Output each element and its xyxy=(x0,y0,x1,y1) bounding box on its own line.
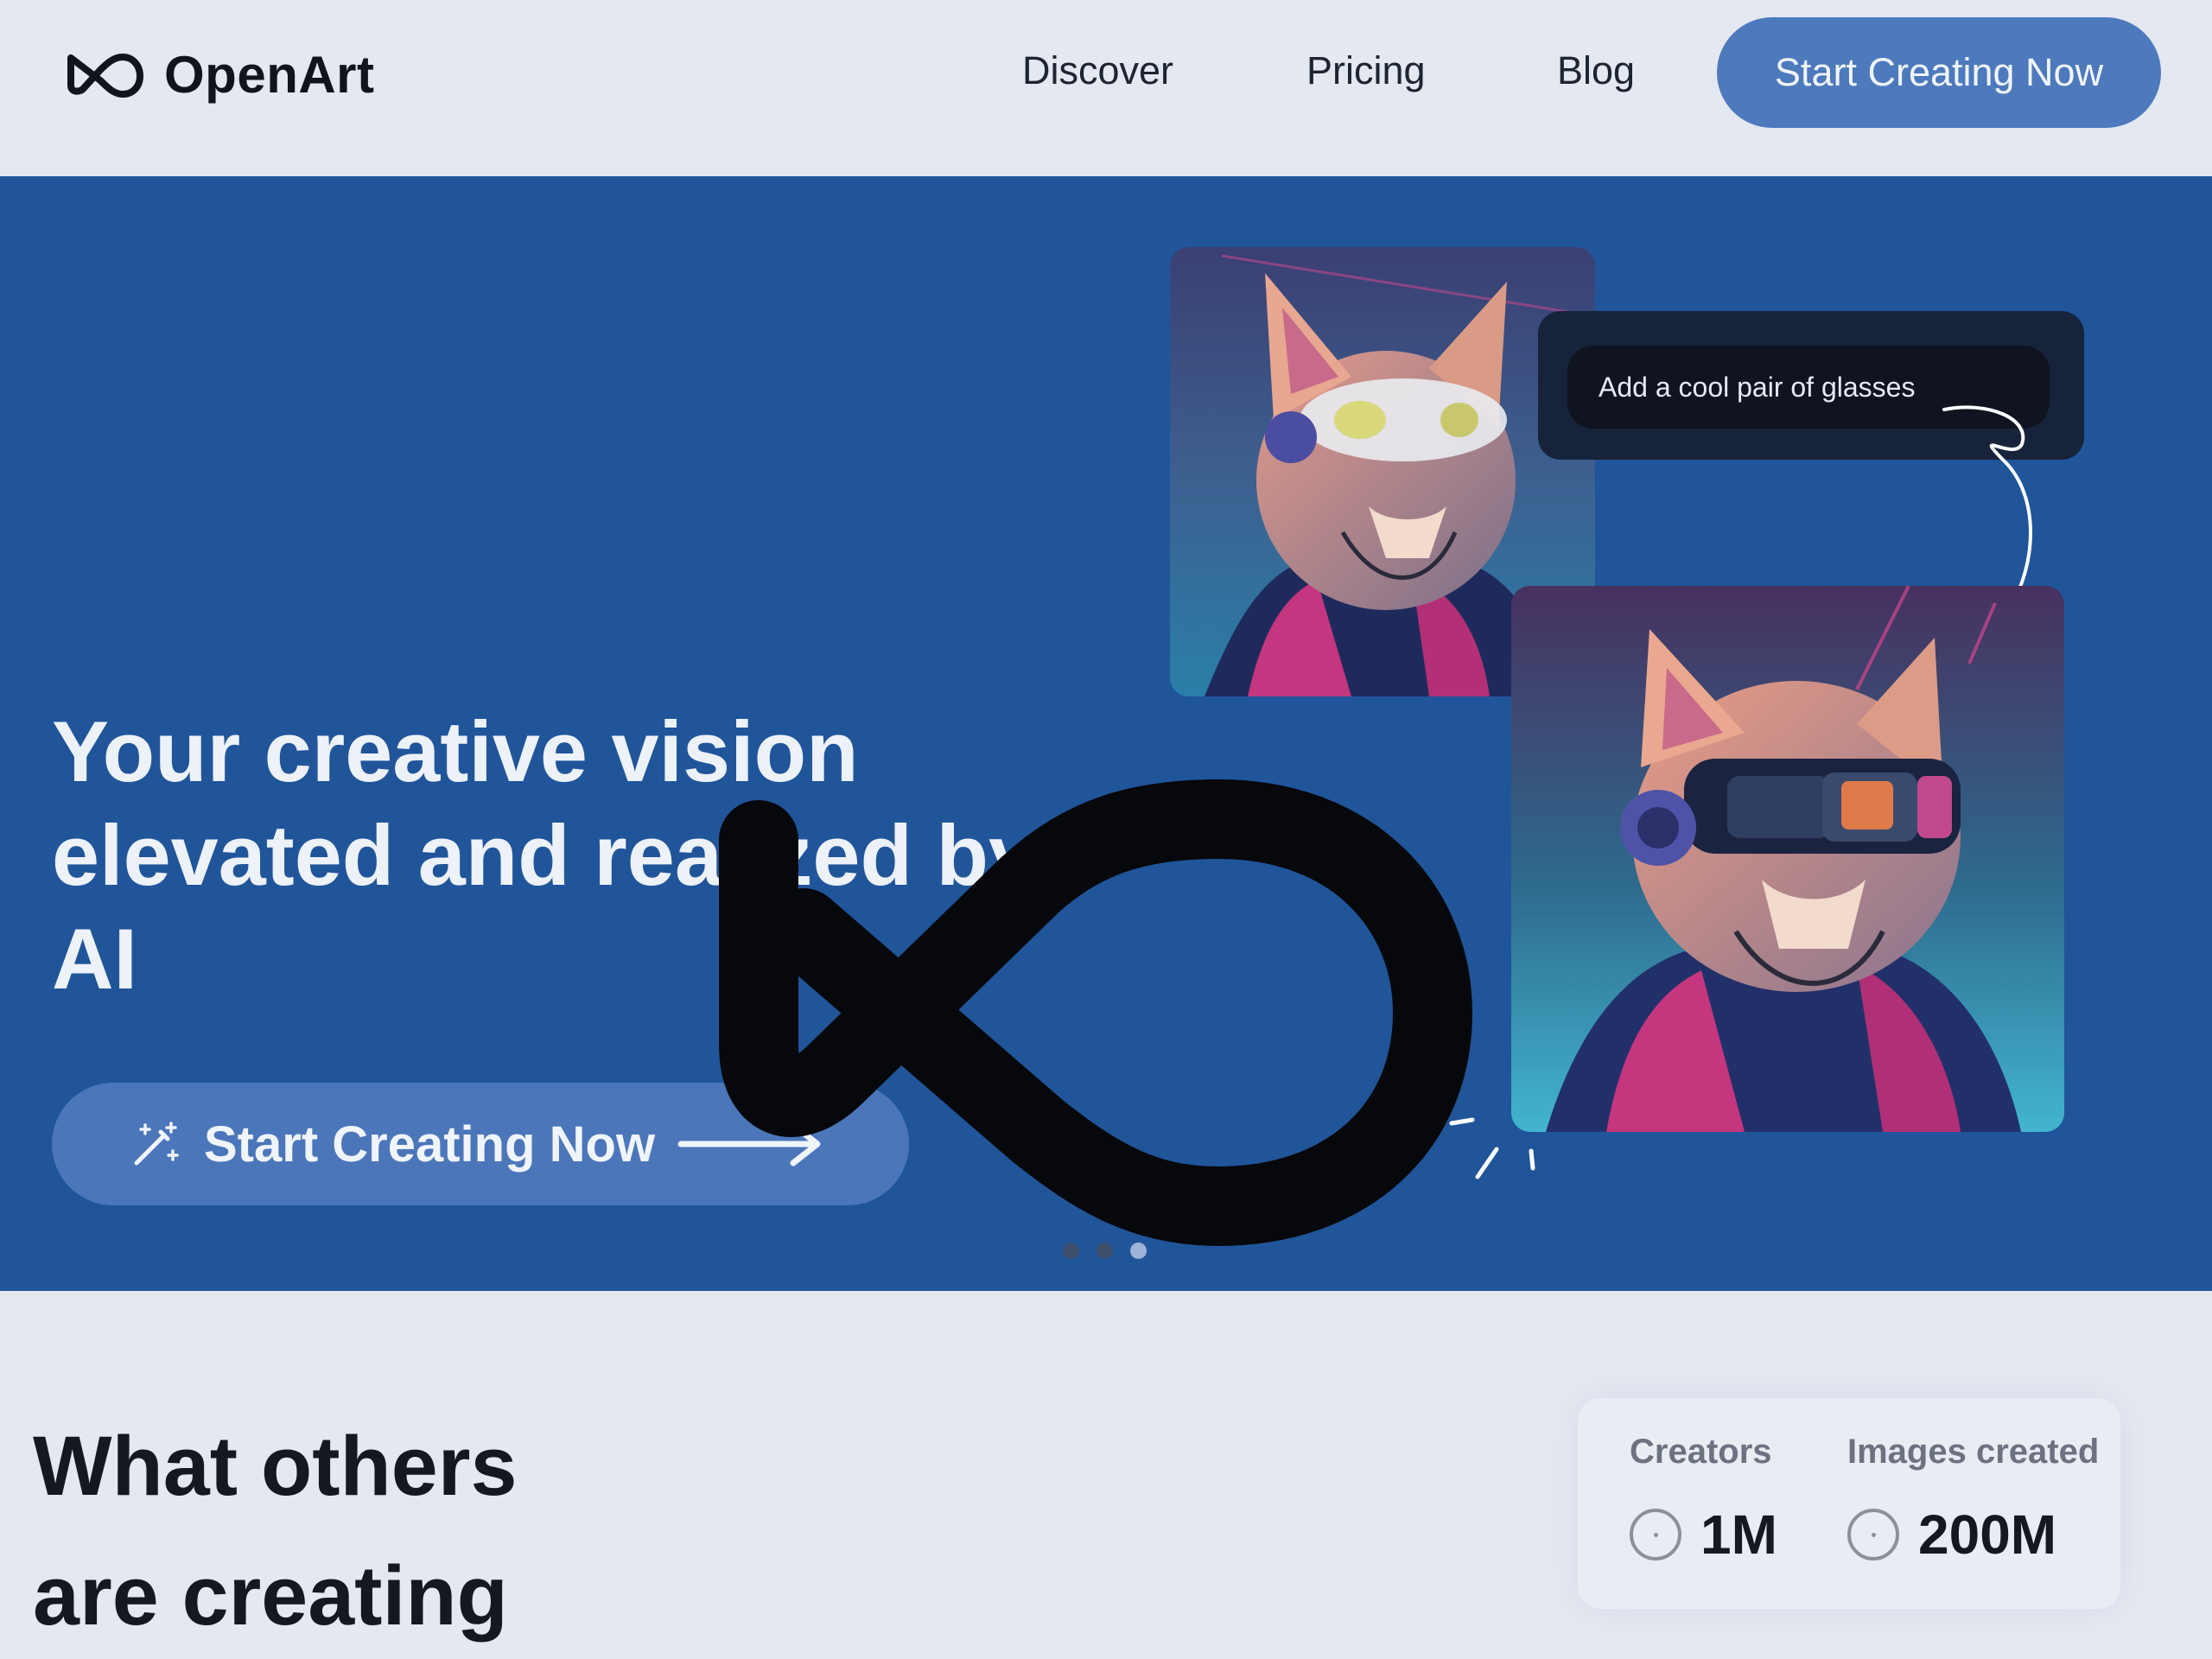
section-title-line-2: are creating xyxy=(33,1548,508,1643)
openart-logo-icon xyxy=(67,53,143,98)
stat-label: Creators xyxy=(1630,1433,1772,1471)
hero-cta-label: Start Creating Now xyxy=(204,1116,656,1173)
hero-banner: Add a cool pair of glasses Your creative… xyxy=(0,176,2212,1291)
radio-dot-icon xyxy=(1847,1509,1899,1560)
top-nav: OpenArt Discover Pricing Blog Start Crea… xyxy=(0,0,2212,176)
brand-name: OpenArt xyxy=(164,46,375,104)
brand-logo-link[interactable]: OpenArt xyxy=(62,45,375,105)
stat-creators: Creators 1M xyxy=(1630,1433,1777,1567)
page: OpenArt Discover Pricing Blog Start Crea… xyxy=(0,0,2212,1659)
stat-value: 200M xyxy=(1918,1503,2057,1566)
nav-link-pricing[interactable]: Pricing xyxy=(1306,48,1426,93)
start-creating-nav-button[interactable]: Start Creating Now xyxy=(1717,17,2161,128)
section-title: What others are creating xyxy=(33,1402,810,1659)
stats-card: Creators 1M Images created 200M xyxy=(1578,1398,2120,1609)
stat-images-created: Images created 200M xyxy=(1847,1433,2099,1567)
stat-label: Images created xyxy=(1847,1433,2100,1471)
stat-value: 1M xyxy=(1700,1503,1777,1566)
magic-wand-icon xyxy=(134,1122,179,1166)
cat-after-image xyxy=(1511,586,2064,1132)
nav-link-discover[interactable]: Discover xyxy=(1022,48,1173,93)
radio-dot-icon xyxy=(1630,1509,1681,1560)
openart-watermark-icon xyxy=(719,779,1472,1246)
section-title-line-1: What others xyxy=(33,1419,518,1513)
nav-link-blog[interactable]: Blog xyxy=(1557,48,1635,93)
